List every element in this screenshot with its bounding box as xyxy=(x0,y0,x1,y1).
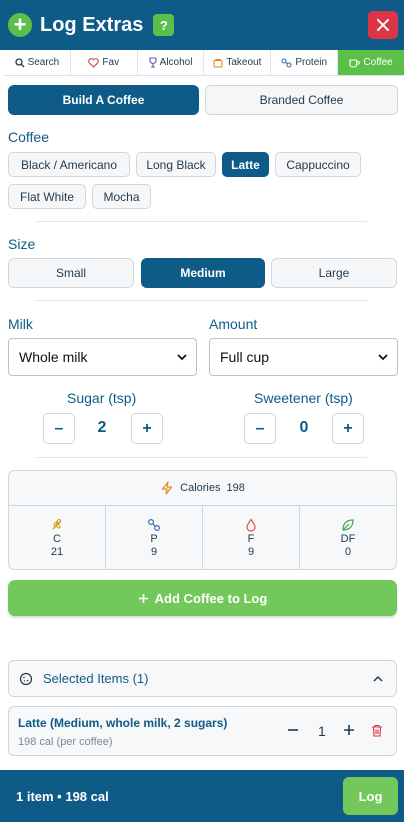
coffee-option-flat-white[interactable]: Flat White xyxy=(8,184,86,209)
size-large-button[interactable]: Large xyxy=(271,258,397,288)
plus-icon xyxy=(138,593,148,603)
tab-coffee[interactable]: Coffee xyxy=(338,50,404,75)
branded-coffee-button[interactable]: Branded Coffee xyxy=(205,85,398,115)
divider xyxy=(36,457,367,458)
chevron-up-icon xyxy=(373,675,383,682)
macro-row: C 21 P 9 F 9 DF 0 xyxy=(9,506,396,569)
plus-circle-icon: + xyxy=(8,13,32,37)
macro-carbs: C 21 xyxy=(9,506,106,569)
protein-icon xyxy=(281,57,292,68)
item-decrement-button[interactable] xyxy=(287,723,299,742)
macro-protein: P 9 xyxy=(106,506,203,569)
close-icon xyxy=(377,19,389,31)
tab-label: Fav xyxy=(102,57,120,68)
sugar-value: 2 xyxy=(97,419,107,436)
sugar-label: Sugar (tsp) xyxy=(67,390,137,406)
log-button[interactable]: Log xyxy=(343,777,398,815)
amount-select[interactable]: Full cup xyxy=(209,338,398,376)
amount-label: Amount xyxy=(209,316,258,332)
minus-icon xyxy=(288,729,298,731)
footer-bar: 1 item • 198 cal Log xyxy=(0,770,404,822)
plus-icon xyxy=(344,725,354,735)
header-bar: + Log Extras ? xyxy=(0,0,404,50)
add-coffee-label: Add Coffee to Log xyxy=(154,590,268,606)
macro-value: 0 xyxy=(344,546,352,558)
category-tabs: Search Fav Alcohol Takeout Protein Coffe… xyxy=(4,50,404,76)
coffee-option-black-americano[interactable]: Black / Americano xyxy=(8,152,130,177)
item-increment-button[interactable] xyxy=(343,723,355,742)
search-icon xyxy=(14,57,25,67)
milk-select-value: Whole milk xyxy=(19,349,88,365)
chevron-down-icon xyxy=(177,354,187,361)
tab-label: Alcohol xyxy=(159,57,193,68)
tab-alcohol[interactable]: Alcohol xyxy=(138,50,205,75)
selected-item-row: Latte (Medium, whole milk, 2 sugars) 198… xyxy=(8,706,397,756)
amount-select-value: Full cup xyxy=(220,349,270,365)
macro-fat: F 9 xyxy=(203,506,300,569)
takeout-icon xyxy=(213,58,223,68)
wheat-icon xyxy=(52,518,62,530)
protein-icon xyxy=(147,518,161,532)
close-button[interactable] xyxy=(368,11,398,39)
macro-dietary-fiber: DF 0 xyxy=(300,506,396,569)
selected-items-title: Selected Items (1) xyxy=(43,671,149,686)
milk-select[interactable]: Whole milk xyxy=(8,338,197,376)
coffee-icon xyxy=(349,58,361,68)
wine-icon xyxy=(149,57,157,68)
coffee-option-latte[interactable]: Latte xyxy=(222,152,269,177)
milk-label: Milk xyxy=(8,316,33,332)
sweetener-label: Sweetener (tsp) xyxy=(254,390,353,406)
divider xyxy=(36,300,367,301)
footer-summary: 1 item • 198 cal xyxy=(16,788,109,804)
coffee-section-label: Coffee xyxy=(8,129,49,145)
coffee-option-cappuccino[interactable]: Cappuccino xyxy=(275,152,361,177)
sweetener-decrement-button[interactable]: – xyxy=(244,413,276,444)
tab-search[interactable]: Search xyxy=(4,50,71,75)
coffee-option-long-black[interactable]: Long Black xyxy=(136,152,216,177)
tab-protein[interactable]: Protein xyxy=(271,50,339,75)
size-section-label: Size xyxy=(8,236,36,252)
tab-label: Search xyxy=(27,57,60,68)
tab-label: Protein xyxy=(295,57,328,68)
coffee-option-mocha[interactable]: Mocha xyxy=(92,184,151,209)
size-small-button[interactable]: Small xyxy=(8,258,134,288)
calories-row: Calories 198 xyxy=(9,471,396,506)
macro-label: C xyxy=(53,533,61,545)
macro-label: DF xyxy=(340,533,356,545)
tab-fav[interactable]: Fav xyxy=(71,50,138,75)
item-quantity: 1 xyxy=(318,723,326,739)
drop-icon xyxy=(246,518,256,532)
item-calories: 198 cal (per coffee) xyxy=(18,736,113,748)
size-medium-button[interactable]: Medium xyxy=(141,258,265,288)
build-coffee-button[interactable]: Build A Coffee xyxy=(8,85,199,115)
heart-icon xyxy=(88,57,100,68)
cookie-icon xyxy=(19,672,33,685)
macro-label: P xyxy=(150,533,158,545)
selected-items-header[interactable]: Selected Items (1) xyxy=(8,660,397,697)
sugar-decrement-button[interactable]: – xyxy=(43,413,75,444)
chevron-down-icon xyxy=(378,354,388,361)
macro-value: 9 xyxy=(247,546,255,558)
item-delete-button[interactable] xyxy=(371,724,383,742)
macro-label: F xyxy=(247,533,255,545)
macro-value: 9 xyxy=(150,546,158,558)
tab-takeout[interactable]: Takeout xyxy=(204,50,272,75)
macro-value: 21 xyxy=(50,546,64,558)
sweetener-value: 0 xyxy=(299,419,309,436)
calories-label: Calories xyxy=(180,482,221,494)
trash-icon xyxy=(372,724,382,737)
tab-label: Takeout xyxy=(226,57,262,68)
divider xyxy=(36,221,367,222)
help-button[interactable]: ? xyxy=(153,14,175,36)
sweetener-increment-button[interactable]: + xyxy=(332,413,364,444)
page-title: Log Extras xyxy=(40,13,144,36)
add-coffee-button[interactable]: Add Coffee to Log xyxy=(8,580,397,616)
calories-value: 198 xyxy=(226,482,245,494)
nutrition-card: Calories 198 C 21 P 9 F 9 DF 0 xyxy=(8,470,397,570)
tab-label: Coffee xyxy=(363,57,393,68)
sugar-increment-button[interactable]: + xyxy=(131,413,163,444)
leaf-icon xyxy=(342,519,354,531)
item-name: Latte (Medium, whole milk, 2 sugars) xyxy=(18,716,228,730)
lightning-icon xyxy=(162,481,173,495)
